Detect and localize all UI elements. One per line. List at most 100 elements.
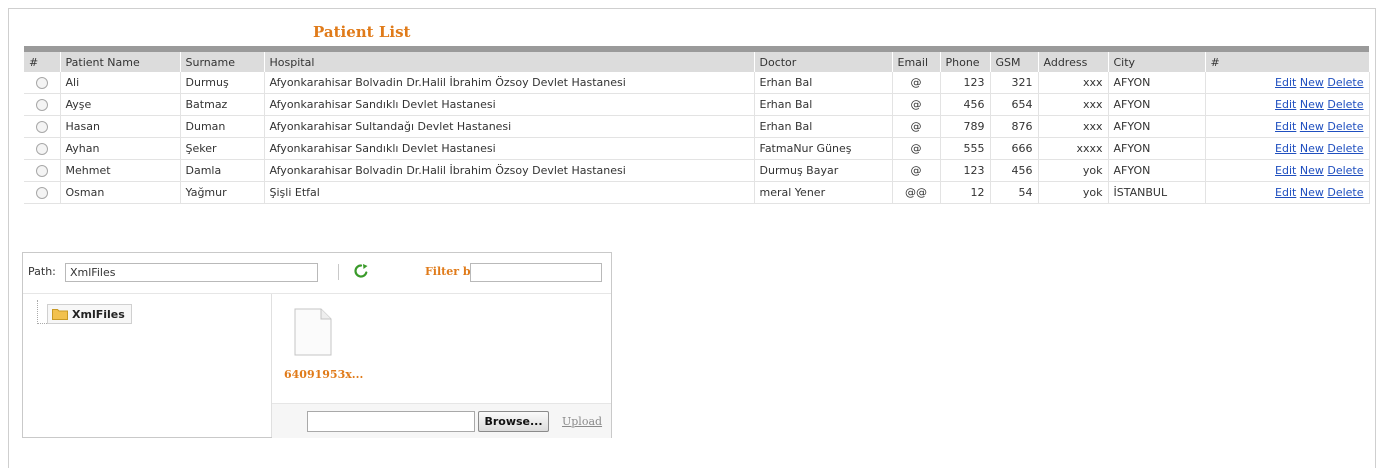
- new-link[interactable]: New: [1300, 142, 1324, 155]
- new-link[interactable]: New: [1300, 120, 1324, 133]
- cell-surname: Duman: [180, 115, 265, 138]
- table-row: Mehmet Damla Afyonkarahisar Bolvadin Dr.…: [24, 159, 1370, 182]
- col-header-city[interactable]: City: [1108, 52, 1206, 72]
- col-header-gsm[interactable]: GSM: [990, 52, 1039, 72]
- cell-email: @: [892, 137, 941, 160]
- cell-patient-name: Ali: [60, 72, 181, 94]
- table-row: Osman Yağmur Şişli Etfal meral Yener @@ …: [24, 181, 1370, 204]
- table-row: Ayşe Batmaz Afyonkarahisar Sandıklı Devl…: [24, 93, 1370, 116]
- cell-city: AFYON: [1108, 137, 1206, 160]
- cell-doctor: Erhan Bal: [754, 115, 893, 138]
- cell-actions: Edit New Delete: [1205, 181, 1370, 204]
- patient-grid: # Patient Name Surname Hospital Doctor E…: [24, 46, 1370, 204]
- cell-phone: 555: [940, 137, 991, 160]
- edit-link[interactable]: Edit: [1275, 76, 1296, 89]
- path-label: Path:: [28, 265, 56, 278]
- col-header-surname[interactable]: Surname: [180, 52, 265, 72]
- edit-link[interactable]: Edit: [1275, 142, 1296, 155]
- edit-link[interactable]: Edit: [1275, 98, 1296, 111]
- cell-city: AFYON: [1108, 72, 1206, 94]
- row-select-radio[interactable]: [35, 165, 48, 177]
- file-manager: Path: XmlFiles Filter by: XmlFiles 64091…: [22, 252, 612, 438]
- cell-email: @@: [892, 181, 941, 204]
- cell-phone: 456: [940, 93, 991, 116]
- cell-gsm: 654: [990, 93, 1039, 116]
- cell-actions: Edit New Delete: [1205, 93, 1370, 116]
- delete-link[interactable]: Delete: [1327, 164, 1363, 177]
- cell-doctor: Erhan Bal: [754, 72, 893, 94]
- col-header-doctor[interactable]: Doctor: [754, 52, 893, 72]
- tree-node-xmlfiles[interactable]: XmlFiles: [47, 304, 132, 324]
- cell-actions: Edit New Delete: [1205, 115, 1370, 138]
- cell-doctor: Erhan Bal: [754, 93, 893, 116]
- cell-hospital: Şişli Etfal: [264, 181, 755, 204]
- col-header-phone[interactable]: Phone: [940, 52, 991, 72]
- new-link[interactable]: New: [1300, 186, 1324, 199]
- delete-link[interactable]: Delete: [1327, 120, 1363, 133]
- cell-gsm: 54: [990, 181, 1039, 204]
- folder-tree: XmlFiles: [23, 294, 272, 437]
- row-select-radio[interactable]: [35, 143, 48, 155]
- cell-hospital: Afyonkarahisar Sultandağı Devlet Hastane…: [264, 115, 755, 138]
- cell-patient-name: Ayşe: [60, 93, 181, 116]
- cell-address: xxx: [1038, 93, 1109, 116]
- cell-gsm: 456: [990, 159, 1039, 182]
- cell-email: @: [892, 159, 941, 182]
- edit-link[interactable]: Edit: [1275, 120, 1296, 133]
- cell-address: yok: [1038, 181, 1109, 204]
- file-icon[interactable]: [294, 308, 332, 356]
- cell-surname: Damla: [180, 159, 265, 182]
- file-name[interactable]: 64091953x...: [284, 368, 363, 381]
- edit-link[interactable]: Edit: [1275, 186, 1296, 199]
- cell-email: @: [892, 115, 941, 138]
- cell-phone: 123: [940, 159, 991, 182]
- cell-city: AFYON: [1108, 115, 1206, 138]
- filter-input[interactable]: [470, 263, 602, 282]
- table-header-row: # Patient Name Surname Hospital Doctor E…: [24, 52, 1370, 72]
- upload-file-input[interactable]: [307, 411, 475, 432]
- cell-phone: 123: [940, 72, 991, 94]
- cell-phone: 12: [940, 181, 991, 204]
- page-title: Patient List: [313, 23, 411, 41]
- cell-hospital: Afyonkarahisar Sandıklı Devlet Hastanesi: [264, 93, 755, 116]
- cell-surname: Yağmur: [180, 181, 265, 204]
- row-select-radio[interactable]: [35, 187, 48, 199]
- cell-phone: 789: [940, 115, 991, 138]
- col-header-patient-name[interactable]: Patient Name: [60, 52, 181, 72]
- col-header-email[interactable]: Email: [892, 52, 941, 72]
- cell-hospital: Afyonkarahisar Bolvadin Dr.Halil İbrahim…: [264, 159, 755, 182]
- path-input[interactable]: XmlFiles: [65, 263, 318, 282]
- cell-actions: Edit New Delete: [1205, 72, 1370, 94]
- browse-button[interactable]: Browse...: [478, 411, 549, 432]
- edit-link[interactable]: Edit: [1275, 164, 1296, 177]
- cell-city: AFYON: [1108, 159, 1206, 182]
- refresh-icon[interactable]: [353, 263, 369, 279]
- delete-link[interactable]: Delete: [1327, 76, 1363, 89]
- file-list: 64091953x...: [272, 294, 611, 402]
- cell-gsm: 666: [990, 137, 1039, 160]
- col-header-hospital[interactable]: Hospital: [264, 52, 755, 72]
- cell-patient-name: Osman: [60, 181, 181, 204]
- cell-patient-name: Hasan: [60, 115, 181, 138]
- cell-address: xxx: [1038, 115, 1109, 138]
- cell-email: @: [892, 72, 941, 94]
- col-header-address[interactable]: Address: [1038, 52, 1109, 72]
- upload-bar: Browse... Upload: [272, 403, 611, 438]
- delete-link[interactable]: Delete: [1327, 186, 1363, 199]
- cell-doctor: FatmaNur Güneş: [754, 137, 893, 160]
- new-link[interactable]: New: [1300, 164, 1324, 177]
- delete-link[interactable]: Delete: [1327, 142, 1363, 155]
- cell-city: İSTANBUL: [1108, 181, 1206, 204]
- table-row: Ayhan Şeker Afyonkarahisar Sandıklı Devl…: [24, 137, 1370, 160]
- row-select-radio[interactable]: [35, 99, 48, 111]
- new-link[interactable]: New: [1300, 98, 1324, 111]
- patient-table: # Patient Name Surname Hospital Doctor E…: [24, 52, 1370, 204]
- cell-city: AFYON: [1108, 93, 1206, 116]
- row-select-radio[interactable]: [35, 121, 48, 133]
- row-select-radio[interactable]: [35, 77, 48, 89]
- delete-link[interactable]: Delete: [1327, 98, 1363, 111]
- new-link[interactable]: New: [1300, 76, 1324, 89]
- folder-icon: [52, 309, 68, 320]
- tree-connector: [37, 300, 39, 324]
- upload-link[interactable]: Upload: [562, 415, 602, 428]
